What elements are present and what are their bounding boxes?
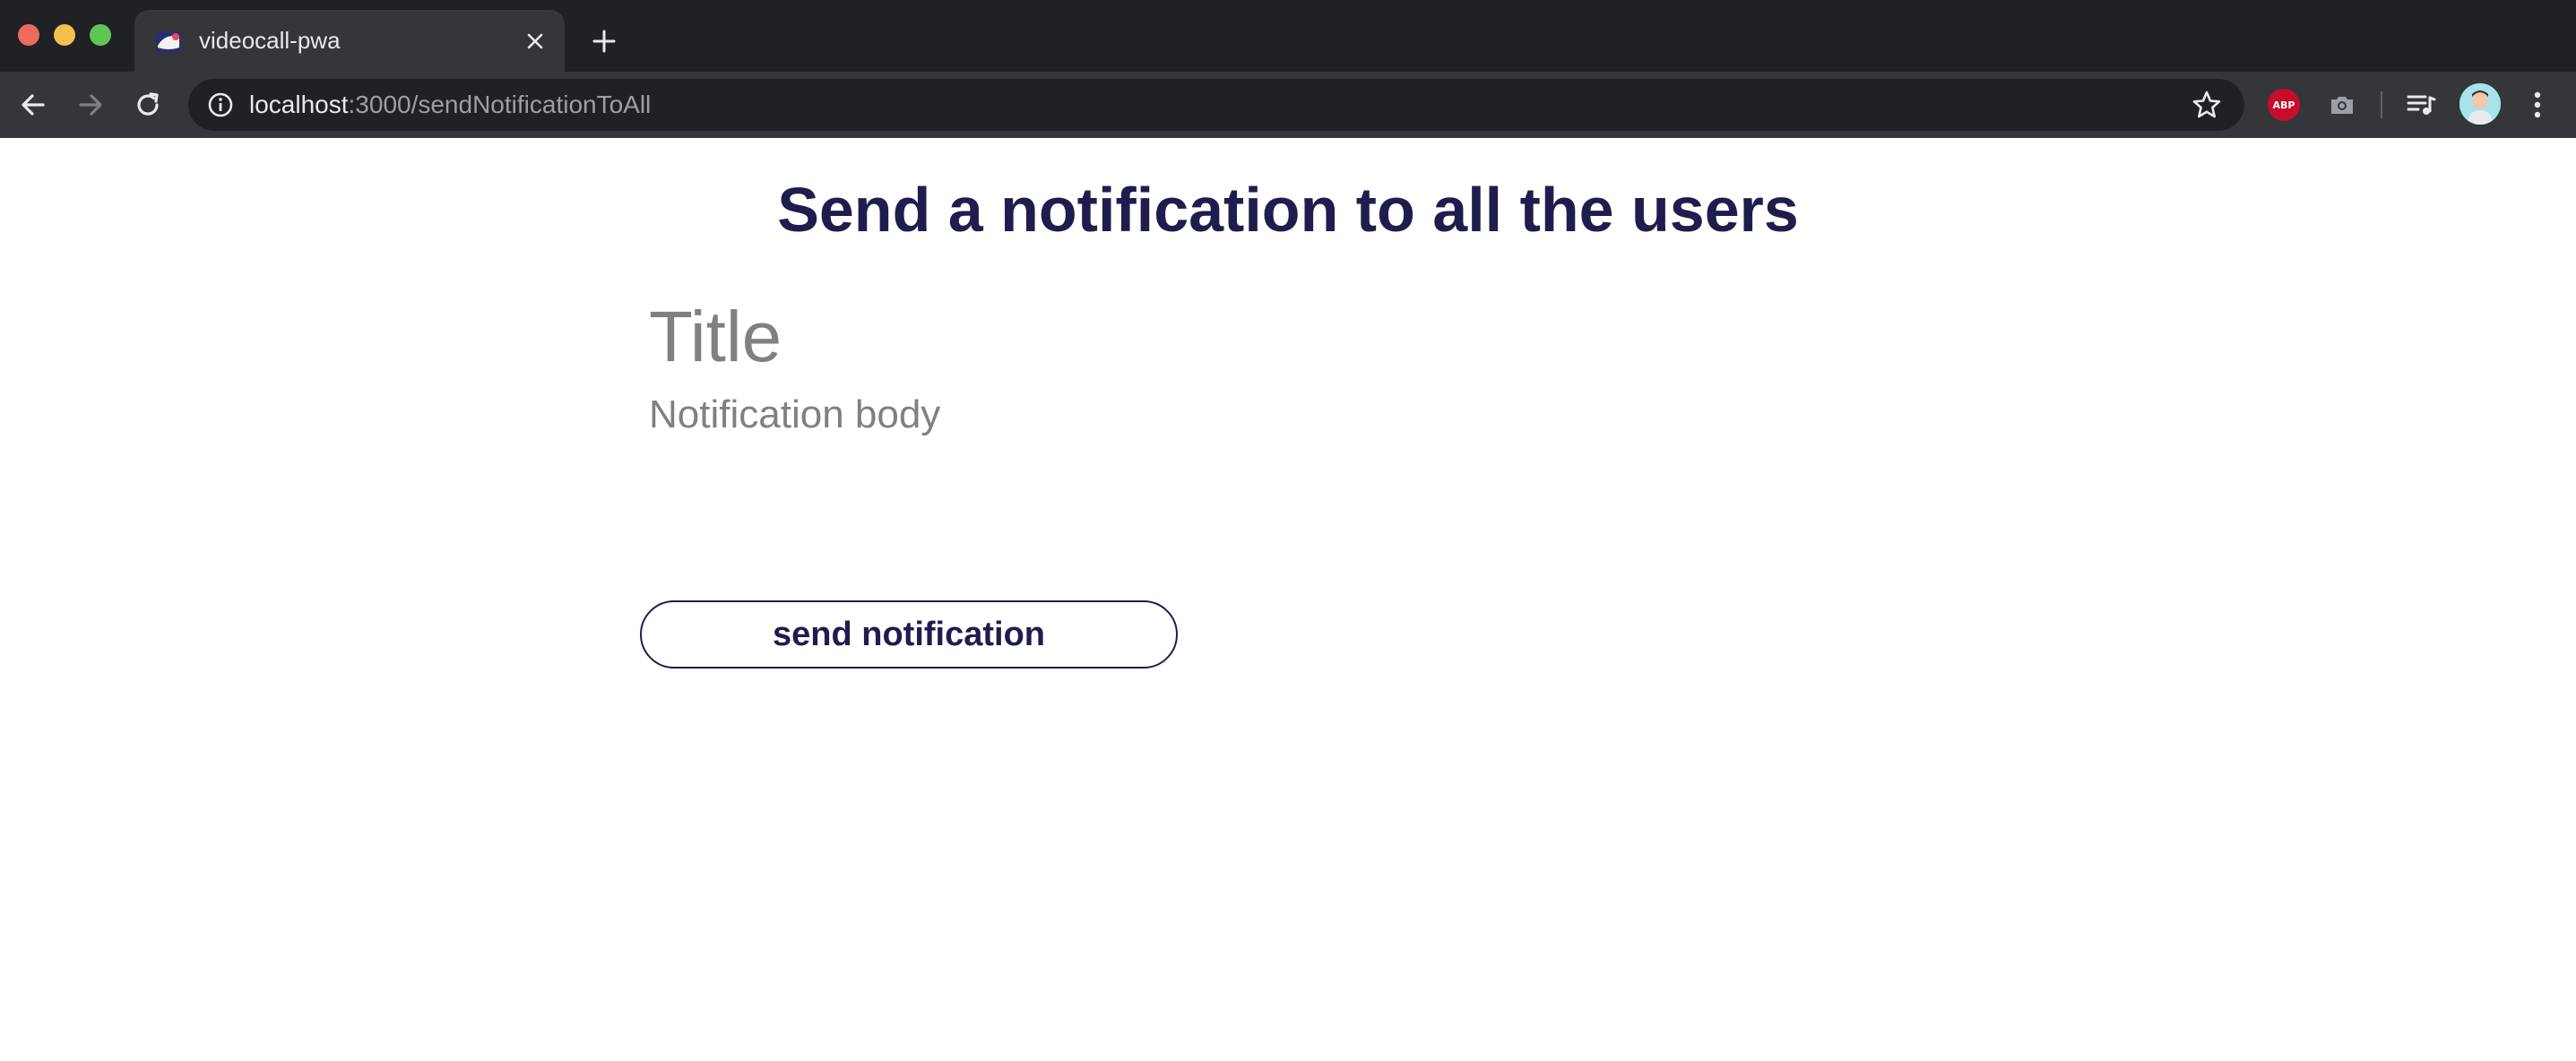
media-queue-icon[interactable] — [2402, 86, 2440, 124]
info-icon[interactable] — [206, 91, 235, 119]
page-content: Send a notification to all the users sen… — [0, 138, 2576, 1061]
url-text: localhost:3000/sendNotificationToAll — [249, 91, 651, 119]
abp-badge: ABP — [2268, 89, 2300, 121]
tab-strip: videocall-pwa — [0, 0, 2576, 72]
toolbar-divider — [2381, 91, 2382, 118]
url-host: localhost — [249, 91, 349, 118]
window-close-button[interactable] — [18, 24, 39, 46]
plus-icon[interactable] — [586, 23, 622, 59]
notification-title-input[interactable] — [649, 292, 1635, 382]
notification-body-input[interactable] — [649, 392, 1635, 536]
browser-tab-active[interactable]: videocall-pwa — [134, 10, 565, 72]
window-maximize-button[interactable] — [90, 24, 111, 46]
back-arrow-icon[interactable] — [14, 86, 52, 124]
reload-icon[interactable] — [129, 86, 167, 124]
close-icon[interactable] — [520, 26, 550, 56]
profile-avatar[interactable] — [2459, 83, 2501, 125]
app-favicon-icon — [156, 31, 181, 53]
camera-icon[interactable] — [2323, 86, 2361, 124]
abp-icon[interactable]: ABP — [2265, 86, 2303, 124]
url-path: :3000/sendNotificationToAll — [348, 91, 652, 118]
page-title: Send a notification to all the users — [777, 175, 1799, 245]
menu-dots-icon[interactable] — [2519, 86, 2556, 124]
window-minimize-button[interactable] — [54, 24, 75, 46]
forward-arrow-icon[interactable] — [72, 86, 109, 124]
send-notification-button[interactable]: send notification — [640, 600, 1178, 669]
star-icon[interactable] — [2191, 89, 2223, 121]
browser-toolbar: localhost:3000/sendNotificationToAll ABP — [0, 72, 2576, 138]
tab-title: videocall-pwa — [199, 27, 341, 54]
address-bar[interactable]: localhost:3000/sendNotificationToAll — [188, 79, 2244, 131]
